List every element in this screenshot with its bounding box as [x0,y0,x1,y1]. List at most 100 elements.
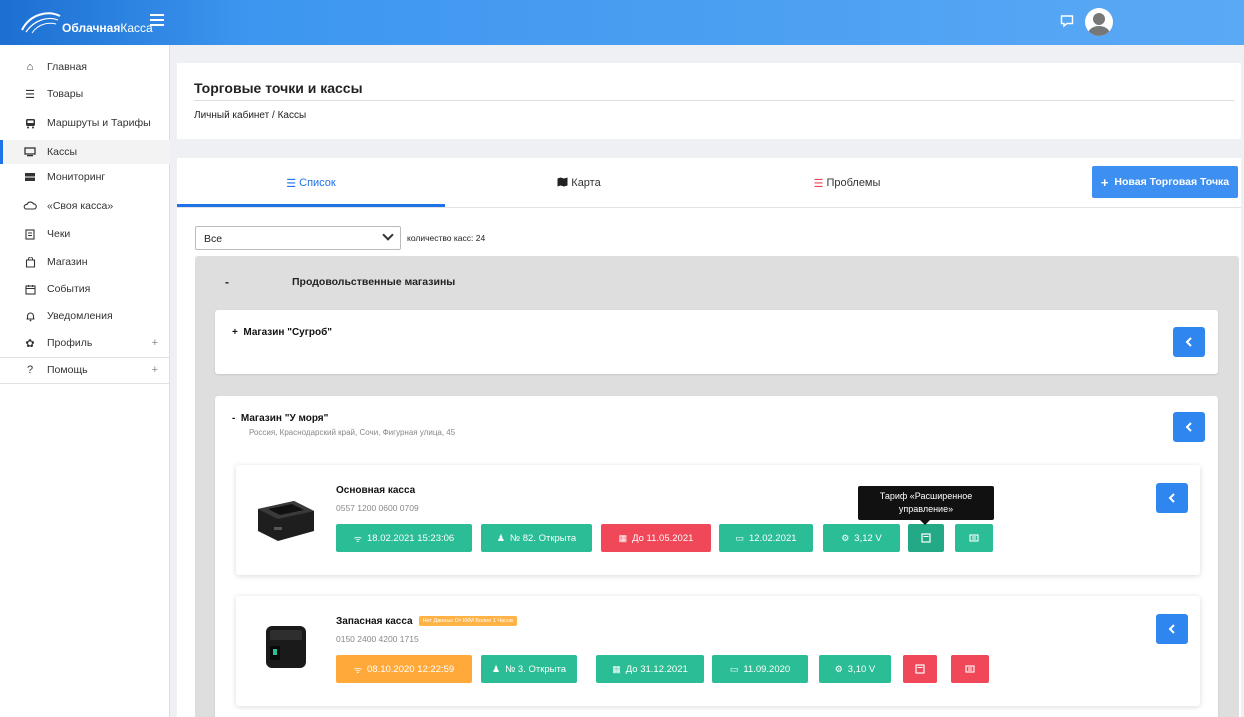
sidebar-item-monitoring[interactable]: Мониторинг [0,165,170,189]
tab-map[interactable]: Карта [445,158,713,208]
receipt-icon [23,227,37,241]
kassa-printer-image [258,501,314,541]
chevron-left-button[interactable] [1173,327,1205,357]
gears-icon: ⚙ [834,663,843,674]
sidebar-item-help[interactable]: ? Помощь + [0,358,170,382]
sidebar-item-events[interactable]: События [0,277,170,301]
group-title: Продовольственные магазины [292,276,456,288]
sidebar-item-label: Помощь [47,364,88,376]
tariff-button[interactable] [903,655,937,683]
sidebar-item-routes[interactable]: Маршруты и Тарифы [0,111,170,135]
gears-icon: ⚙ [841,532,850,543]
kassa-card: Основная касса 0557 1200 0600 0709 ᯤ 18.0… [236,465,1200,575]
chevron-left-button[interactable] [1156,483,1188,513]
sidebar-item-notifications[interactable]: Уведомления [0,304,170,328]
user-avatar[interactable] [1085,8,1113,36]
sidebar-item-label: Главная [47,61,87,73]
keyboard-icon: ▭ [729,663,739,674]
status-badge: Нет Данных От ККМ Более 1 Часов [418,616,517,627]
chevron-left-icon [1168,493,1175,503]
list-icon: ☰ [813,177,824,190]
logo[interactable]: ОблачнаяКасса [20,8,170,38]
sidebar-item-home[interactable]: ⌂ Главная [0,55,170,79]
bell-icon [23,309,37,323]
shop-title[interactable]: + Магазин "Сугроб" [232,327,332,338]
user-icon: ♟ [491,663,501,674]
voltage-button[interactable]: ⚙ 3,10 V [819,655,891,683]
kassa-count: количество касс: 24 [407,233,486,243]
chevron-left-button[interactable] [1156,614,1188,644]
wifi-icon: ᯤ [353,664,363,675]
filter-select[interactable]: Все [195,226,401,250]
sidebar-item-label: Маршруты и Тарифы [47,117,151,129]
tab-label: Список [299,177,336,189]
sidebar-divider [0,383,170,384]
collapse-toggle[interactable]: - [225,275,229,289]
button-label: 12.02.2021 [748,532,797,544]
sidebar-item-profile[interactable]: ✿ Профиль + [0,331,170,355]
top-bar: ОблачнаяКасса [0,0,1244,45]
kassa-serial: 0557 1200 0600 0709 [336,503,419,513]
chevron-left-icon [1185,337,1192,347]
registration-date-button[interactable]: ▭ 12.02.2021 [719,524,813,552]
active-tab-indicator [177,204,445,207]
sidebar-item-label: Уведомления [47,310,113,322]
tooltip-line: управление» [898,504,954,514]
chevron-left-icon [1168,624,1175,634]
kassa-name: Основная касса [336,485,416,496]
breadcrumb[interactable]: Личный кабинет / Кассы [194,110,306,121]
sidebar-item-label: Магазин [47,256,88,268]
fn-expiry-button[interactable]: ▦ До 31.12.2021 [596,655,704,683]
kassa-name: Запасная касса Нет Данных От ККМ Более 1 … [336,616,517,627]
shop-title[interactable]: - Магазин "У моря" [232,413,328,424]
monitor-icon [23,145,37,159]
home-icon: ⌂ [26,61,34,73]
chevron-left-button[interactable] [1173,412,1205,442]
sidebar-item-label: Чеки [47,228,71,240]
expand-toggle[interactable]: + [232,327,238,338]
sidebar-item-receipts[interactable]: Чеки [0,222,170,246]
collapse-toggle[interactable]: - [232,413,235,424]
menu-toggle-icon[interactable] [150,14,164,26]
kassa-card: Запасная касса Нет Данных От ККМ Более 1 … [236,596,1200,706]
chat-icon[interactable] [1060,14,1074,28]
logo-swoosh-icon [21,12,61,34]
sidebar-item-store[interactable]: Магазин [0,250,170,274]
list-icon [965,665,975,673]
sidebar-item-products[interactable]: ☰ Товары [0,82,170,106]
button-label: До 31.12.2021 [625,663,688,675]
registration-date-button[interactable]: ▭ 11.09.2020 [712,655,808,683]
tab-label: Карта [571,177,601,189]
receipt-settings-button[interactable] [951,655,989,683]
tariff-button[interactable] [908,524,944,552]
voltage-button[interactable]: ⚙ 3,12 V [823,524,900,552]
last-connection-button[interactable]: ᯤ 18.02.2021 15:23:06 [336,524,472,552]
last-connection-button[interactable]: ᯤ 08.10.2020 12:22:59 [336,655,472,683]
shop-name: Магазин "Сугроб" [243,327,333,338]
sidebar-item-kassy[interactable]: Кассы [0,140,170,164]
user-icon: ♟ [496,532,505,543]
fn-expiry-button[interactable]: ▦ До 11.05.2021 [601,524,711,552]
expand-icon[interactable]: + [152,364,158,376]
sidebar-item-label: Товары [47,88,84,100]
keyboard-icon: ▭ [735,532,744,543]
button-label: 18.02.2021 15:23:06 [367,532,455,544]
wifi-icon: ᯤ [353,533,363,544]
button-label: 3,12 V [854,532,882,544]
shift-button[interactable]: ♟ № 82. Открыта [481,524,592,552]
sidebar: ⌂ Главная ☰ Товары Маршруты и Тарифы Кас… [0,45,170,717]
sidebar-item-own-kassa[interactable]: «Своя касса» [0,194,170,218]
tab-label: Проблемы [826,177,881,189]
list-icon [969,534,979,542]
tab-problems[interactable]: ☰ Проблемы [713,158,981,208]
new-point-button[interactable]: + Новая Торговая Точка [1092,166,1238,198]
calculator-icon [921,533,931,543]
tab-list[interactable]: ☰ Список [177,158,445,208]
receipt-settings-button[interactable] [955,524,993,552]
shift-button[interactable]: ♟ № 3. Открыта [481,655,577,683]
bus-icon [23,116,37,130]
server-icon [23,170,37,184]
sidebar-item-label: Мониторинг [47,171,106,183]
expand-icon[interactable]: + [152,337,158,349]
store-icon [23,255,37,269]
